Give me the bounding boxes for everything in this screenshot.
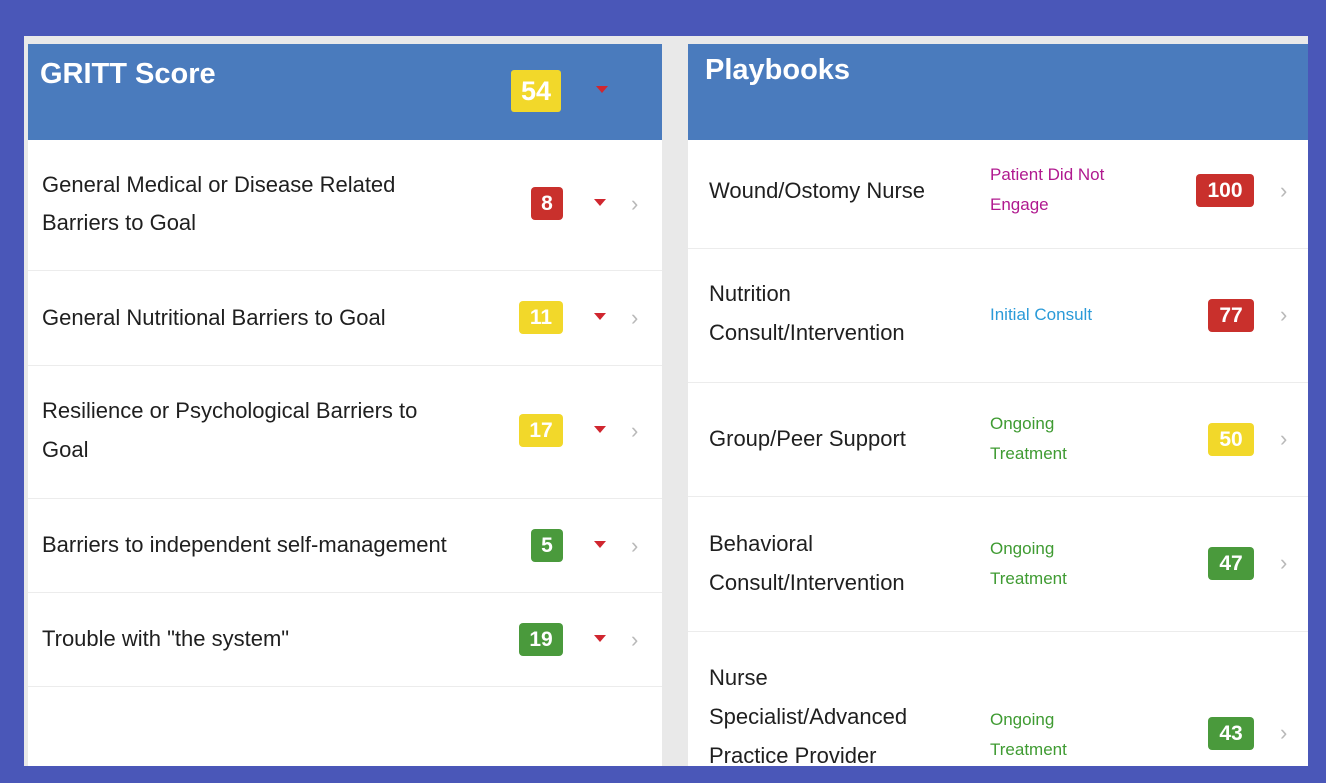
gritt-row-label: General Nutritional Barriers to Goal xyxy=(42,305,386,330)
gritt-row-label: Resilience or Psychological Barriers to xyxy=(42,398,418,423)
playbook-status: Ongoing xyxy=(990,539,1055,558)
playbook-row-label: Nurse xyxy=(709,665,768,690)
caret-down-icon[interactable] xyxy=(594,541,606,548)
chevron-right-icon[interactable]: › xyxy=(1280,722,1287,744)
gritt-row-score-badge: 8 xyxy=(531,187,563,220)
chevron-right-icon[interactable]: › xyxy=(631,193,638,215)
gritt-row-score-badge: 5 xyxy=(531,529,563,562)
caret-down-icon[interactable] xyxy=(594,313,606,320)
chevron-right-icon[interactable]: › xyxy=(1280,304,1287,326)
chevron-right-icon[interactable]: › xyxy=(631,420,638,442)
playbook-status: Treatment xyxy=(990,569,1067,588)
gritt-row-self-management[interactable]: Barriers to independent self-management … xyxy=(28,499,662,593)
gritt-row-score-badge: 11 xyxy=(519,301,563,334)
playbooks-panel: Playbooks Wound/Ostomy Nurse Patient Did… xyxy=(688,44,1308,766)
playbook-row-label: Behavioral xyxy=(709,531,813,556)
playbook-row-label: Group/Peer Support xyxy=(709,426,906,451)
caret-down-icon[interactable] xyxy=(594,199,606,206)
playbooks-header: Playbooks xyxy=(688,44,1308,140)
gritt-row-nutritional[interactable]: General Nutritional Barriers to Goal 11 … xyxy=(28,271,662,366)
gritt-total-score-badge: 54 xyxy=(511,70,561,112)
playbook-status: Ongoing xyxy=(990,414,1055,433)
playbook-row-label: Specialist/Advanced xyxy=(709,704,908,729)
playbook-row-nurse-specialist[interactable]: Nurse Specialist/Advanced Practice Provi… xyxy=(688,632,1308,766)
caret-down-icon[interactable] xyxy=(594,635,606,642)
gritt-row-medical[interactable]: General Medical or Disease Related Barri… xyxy=(28,140,662,271)
playbook-status: Patient Did Not xyxy=(990,165,1105,184)
gritt-row-label: Goal xyxy=(42,437,89,462)
gritt-row-label: General Medical or Disease Related xyxy=(42,172,396,197)
playbook-row-group-peer[interactable]: Group/Peer Support Ongoing Treatment 50 … xyxy=(688,383,1308,497)
gritt-score-title: GRITT Score xyxy=(40,58,216,90)
playbook-row-nutrition[interactable]: Nutrition Consult/Intervention Initial C… xyxy=(688,249,1308,383)
gritt-row-score-badge: 17 xyxy=(519,414,563,447)
playbook-row-label: Consult/Intervention xyxy=(709,320,905,345)
app-frame: GRITT Score 54 General Medical or Diseas… xyxy=(10,10,1316,773)
playbook-status: Ongoing xyxy=(990,710,1055,729)
playbook-row-label: Wound/Ostomy Nurse xyxy=(709,178,926,203)
playbook-score-badge: 50 xyxy=(1208,423,1254,456)
playbooks-title: Playbooks xyxy=(705,54,851,86)
playbook-row-label: Nutrition xyxy=(709,281,791,306)
playbook-row-label: Consult/Intervention xyxy=(709,570,905,595)
gritt-row-system[interactable]: Trouble with "the system" 19 › xyxy=(28,593,662,687)
chevron-right-icon[interactable]: › xyxy=(631,307,638,329)
playbook-status: Initial Consult xyxy=(990,305,1093,324)
playbook-row-label: Practice Provider xyxy=(709,743,877,766)
playbook-row-behavioral[interactable]: Behavioral Consult/Intervention Ongoing … xyxy=(688,497,1308,632)
caret-down-icon[interactable] xyxy=(594,426,606,433)
playbook-status: Treatment xyxy=(990,444,1067,463)
playbook-row-wound-ostomy[interactable]: Wound/Ostomy Nurse Patient Did Not Engag… xyxy=(688,140,1308,249)
gritt-score-header[interactable]: GRITT Score 54 xyxy=(28,44,662,140)
chevron-right-icon[interactable]: › xyxy=(1280,552,1287,574)
chevron-right-icon[interactable]: › xyxy=(1280,180,1287,202)
chevron-right-icon[interactable]: › xyxy=(1280,428,1287,450)
gritt-row-label: Trouble with "the system" xyxy=(42,626,290,651)
caret-down-icon[interactable] xyxy=(596,86,608,93)
playbook-score-badge: 77 xyxy=(1208,299,1254,332)
chevron-right-icon[interactable]: › xyxy=(631,629,638,651)
gritt-row-score-badge: 19 xyxy=(519,623,563,656)
gritt-row-resilience[interactable]: Resilience or Psychological Barriers to … xyxy=(28,366,662,499)
gritt-row-label: Barriers to independent self-management xyxy=(42,532,447,557)
chevron-right-icon[interactable]: › xyxy=(631,535,638,557)
playbook-status: Treatment xyxy=(990,740,1067,759)
playbook-status: Engage xyxy=(990,195,1049,214)
dashboard: GRITT Score 54 General Medical or Diseas… xyxy=(24,36,1308,766)
playbook-score-badge: 100 xyxy=(1196,174,1254,207)
gritt-row-label: Barriers to Goal xyxy=(42,210,197,235)
playbook-score-badge: 47 xyxy=(1208,547,1254,580)
playbook-score-badge: 43 xyxy=(1208,717,1254,750)
gritt-score-panel: GRITT Score 54 General Medical or Diseas… xyxy=(28,44,662,766)
